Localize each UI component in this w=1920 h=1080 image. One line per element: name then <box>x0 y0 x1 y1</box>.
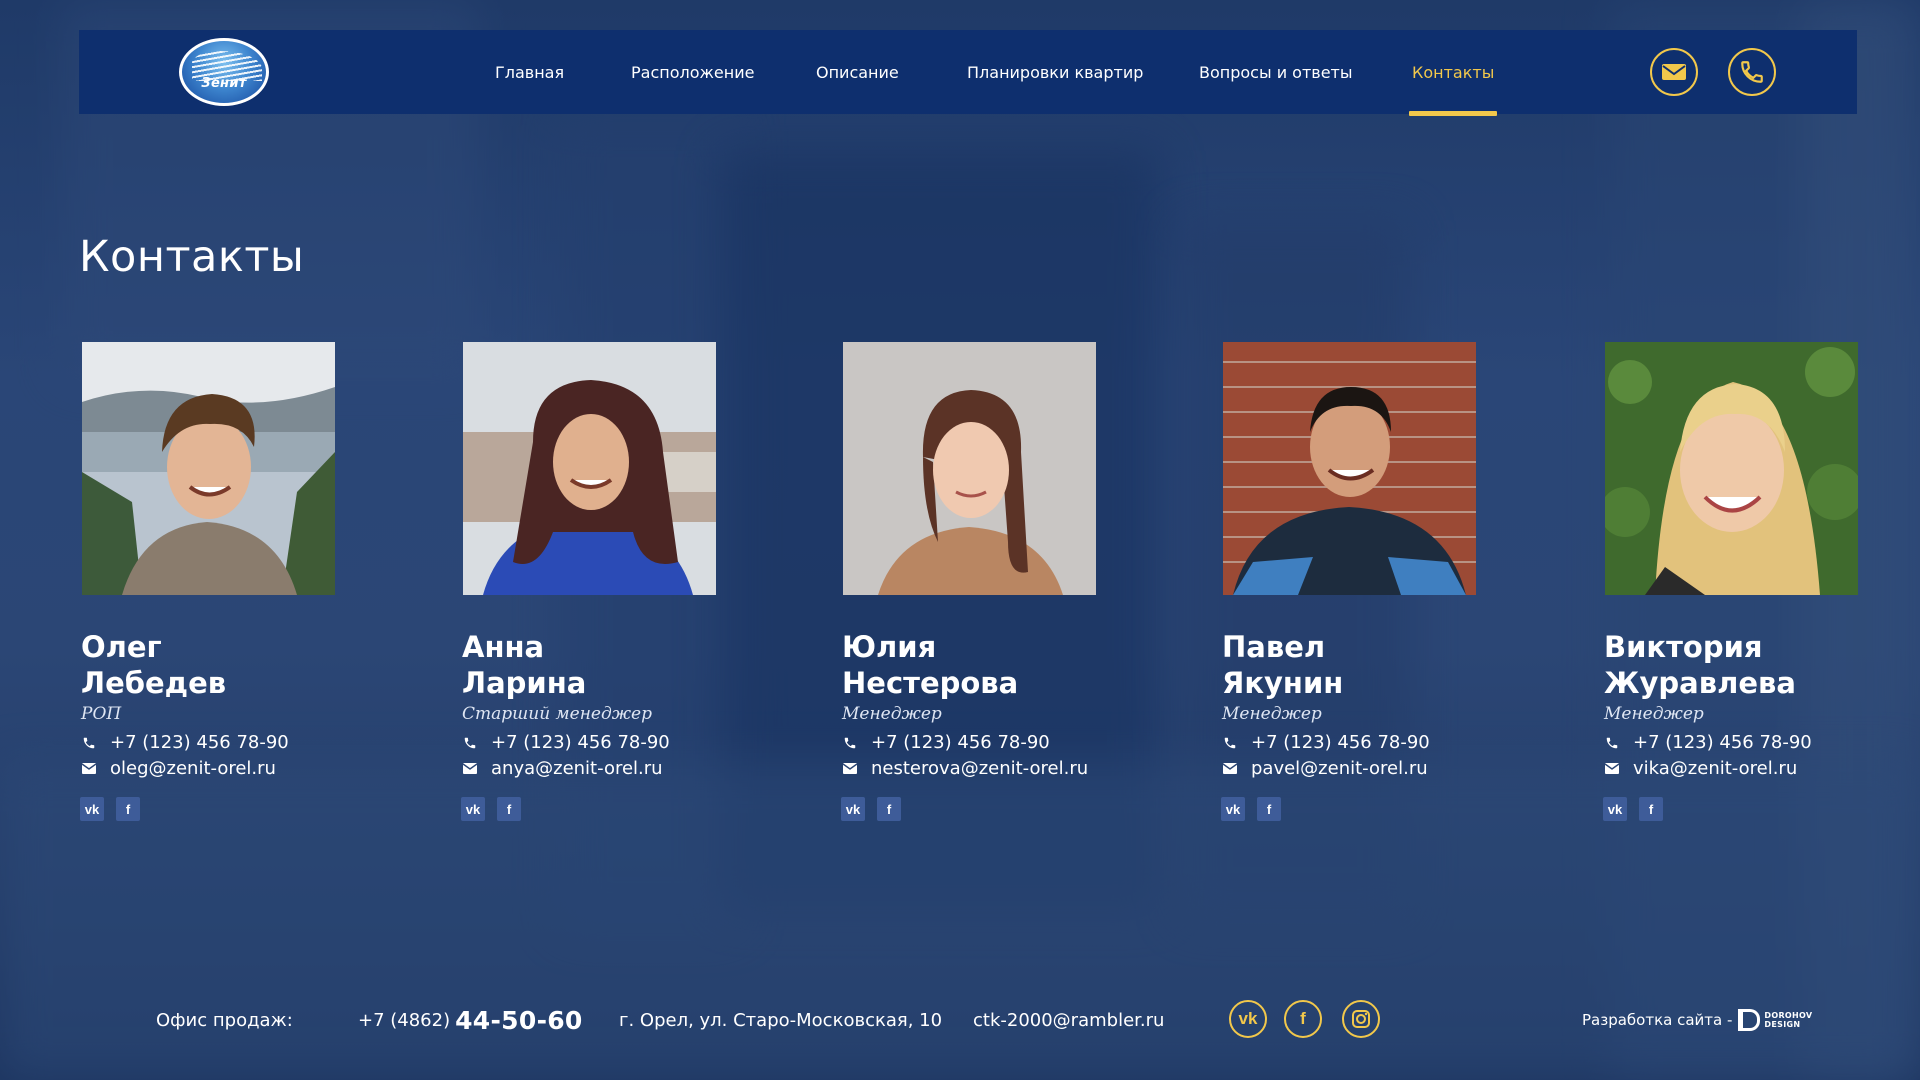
footer-address: г. Орел, ул. Старо-Московская, 10 <box>619 1009 943 1031</box>
contact-photo <box>843 342 1096 595</box>
developer-credit[interactable]: Разработка сайта - DOROHOV DESIGN <box>1582 990 1812 1050</box>
contact-photo <box>82 342 335 595</box>
footer-email[interactable]: ctk-2000@rambler.ru <box>973 990 1164 1050</box>
contact-photo <box>1605 342 1858 595</box>
contact-socials: vk f <box>1221 797 1523 821</box>
vk-icon[interactable]: vk <box>1603 797 1627 821</box>
main-nav: Главная Расположение Описание Планировки… <box>79 30 1857 116</box>
facebook-icon[interactable]: f <box>497 797 521 821</box>
nav-item-faq[interactable]: Вопросы и ответы <box>1199 30 1353 114</box>
facebook-icon[interactable]: f <box>116 797 140 821</box>
mail-icon <box>1604 761 1620 777</box>
contact-card: Виктория Журавлева Менеджер +7 (123) 456 … <box>1603 342 1905 821</box>
contact-photo <box>463 342 716 595</box>
vk-icon[interactable]: vk <box>461 797 485 821</box>
contact-role: Менеджер <box>1222 704 1322 724</box>
contact-name: Олег Лебедев <box>81 630 227 700</box>
mail-icon <box>1222 761 1238 777</box>
nav-item-layouts[interactable]: Планировки квартир <box>967 30 1143 114</box>
contact-name: Юлия Нестерова <box>842 630 1019 700</box>
contact-phone[interactable]: +7 (123) 456 78-90 <box>462 732 763 753</box>
phone-icon <box>1604 735 1620 751</box>
developer-logo: DOROHOV DESIGN <box>1738 1009 1812 1031</box>
nav-item-description[interactable]: Описание <box>816 30 899 114</box>
contact-socials: vk f <box>461 797 763 821</box>
phone-icon <box>842 735 858 751</box>
contact-socials: vk f <box>80 797 382 821</box>
contact-socials: vk f <box>1603 797 1905 821</box>
mail-button[interactable] <box>1650 48 1698 96</box>
contact-phone[interactable]: +7 (123) 456 78-90 <box>1222 732 1523 753</box>
facebook-icon[interactable]: f <box>1639 797 1663 821</box>
contact-role: Менеджер <box>1604 704 1704 724</box>
mail-icon <box>1662 64 1686 80</box>
vk-icon[interactable]: vk <box>1221 797 1245 821</box>
contact-socials: vk f <box>841 797 1143 821</box>
phone-icon <box>462 735 478 751</box>
contact-card: Анна Ларина Старший менеджер +7 (123) 456… <box>461 342 763 821</box>
mail-icon <box>462 761 478 777</box>
contact-email[interactable]: pavel@zenit-orel.ru <box>1222 758 1523 779</box>
contact-photo <box>1223 342 1476 595</box>
vk-icon[interactable]: vk <box>80 797 104 821</box>
vk-icon[interactable]: vk <box>841 797 865 821</box>
phone-button[interactable] <box>1728 48 1776 96</box>
nav-item-location[interactable]: Расположение <box>631 30 754 114</box>
phone-icon <box>1222 735 1238 751</box>
phone-icon <box>81 735 97 751</box>
mail-icon <box>81 761 97 777</box>
contact-name: Павел Якунин <box>1222 630 1344 700</box>
vk-icon[interactable]: vk <box>1229 1000 1267 1038</box>
contact-phone[interactable]: +7 (123) 456 78-90 <box>1604 732 1905 753</box>
contact-email[interactable]: nesterova@zenit-orel.ru <box>842 758 1143 779</box>
nav-item-home[interactable]: Главная <box>495 30 564 114</box>
contact-role: РОП <box>81 704 122 724</box>
office-label: Офис продаж: <box>156 1009 293 1031</box>
contact-role: Старший менеджер <box>462 704 653 724</box>
contact-phone[interactable]: +7 (123) 456 78-90 <box>842 732 1143 753</box>
contact-card: Олег Лебедев РОП +7 (123) 456 78-90 oleg@… <box>80 342 382 821</box>
contact-email[interactable]: vika@zenit-orel.ru <box>1604 758 1905 779</box>
contact-phone[interactable]: +7 (123) 456 78-90 <box>81 732 382 753</box>
site-header: Зенит Главная Расположение Описание План… <box>79 30 1857 116</box>
contact-card: Павел Якунин Менеджер +7 (123) 456 78-90 … <box>1221 342 1523 821</box>
mail-icon <box>842 761 858 777</box>
facebook-icon[interactable]: f <box>1284 1000 1322 1038</box>
developer-label: Разработка сайта - <box>1582 1011 1733 1029</box>
contact-name: Виктория Журавлева <box>1604 630 1796 700</box>
site-footer: Офис продаж: +7 (4862) 44-50-60 г. Орел, … <box>0 990 1920 1050</box>
contact-name: Анна Ларина <box>462 630 587 700</box>
contact-card: Юлия Нестерова Менеджер +7 (123) 456 78-9… <box>841 342 1143 821</box>
phone-icon <box>1741 61 1763 83</box>
contact-email[interactable]: anya@zenit-orel.ru <box>462 758 763 779</box>
facebook-icon[interactable]: f <box>1257 797 1281 821</box>
nav-item-contacts[interactable]: Контакты <box>1408 30 1498 116</box>
contact-role: Менеджер <box>842 704 942 724</box>
instagram-icon[interactable] <box>1342 1000 1380 1038</box>
facebook-icon[interactable]: f <box>877 797 901 821</box>
page-title: Контакты <box>79 232 305 282</box>
footer-phone[interactable]: +7 (4862) 44-50-60 <box>358 990 583 1050</box>
contact-email[interactable]: oleg@zenit-orel.ru <box>81 758 382 779</box>
